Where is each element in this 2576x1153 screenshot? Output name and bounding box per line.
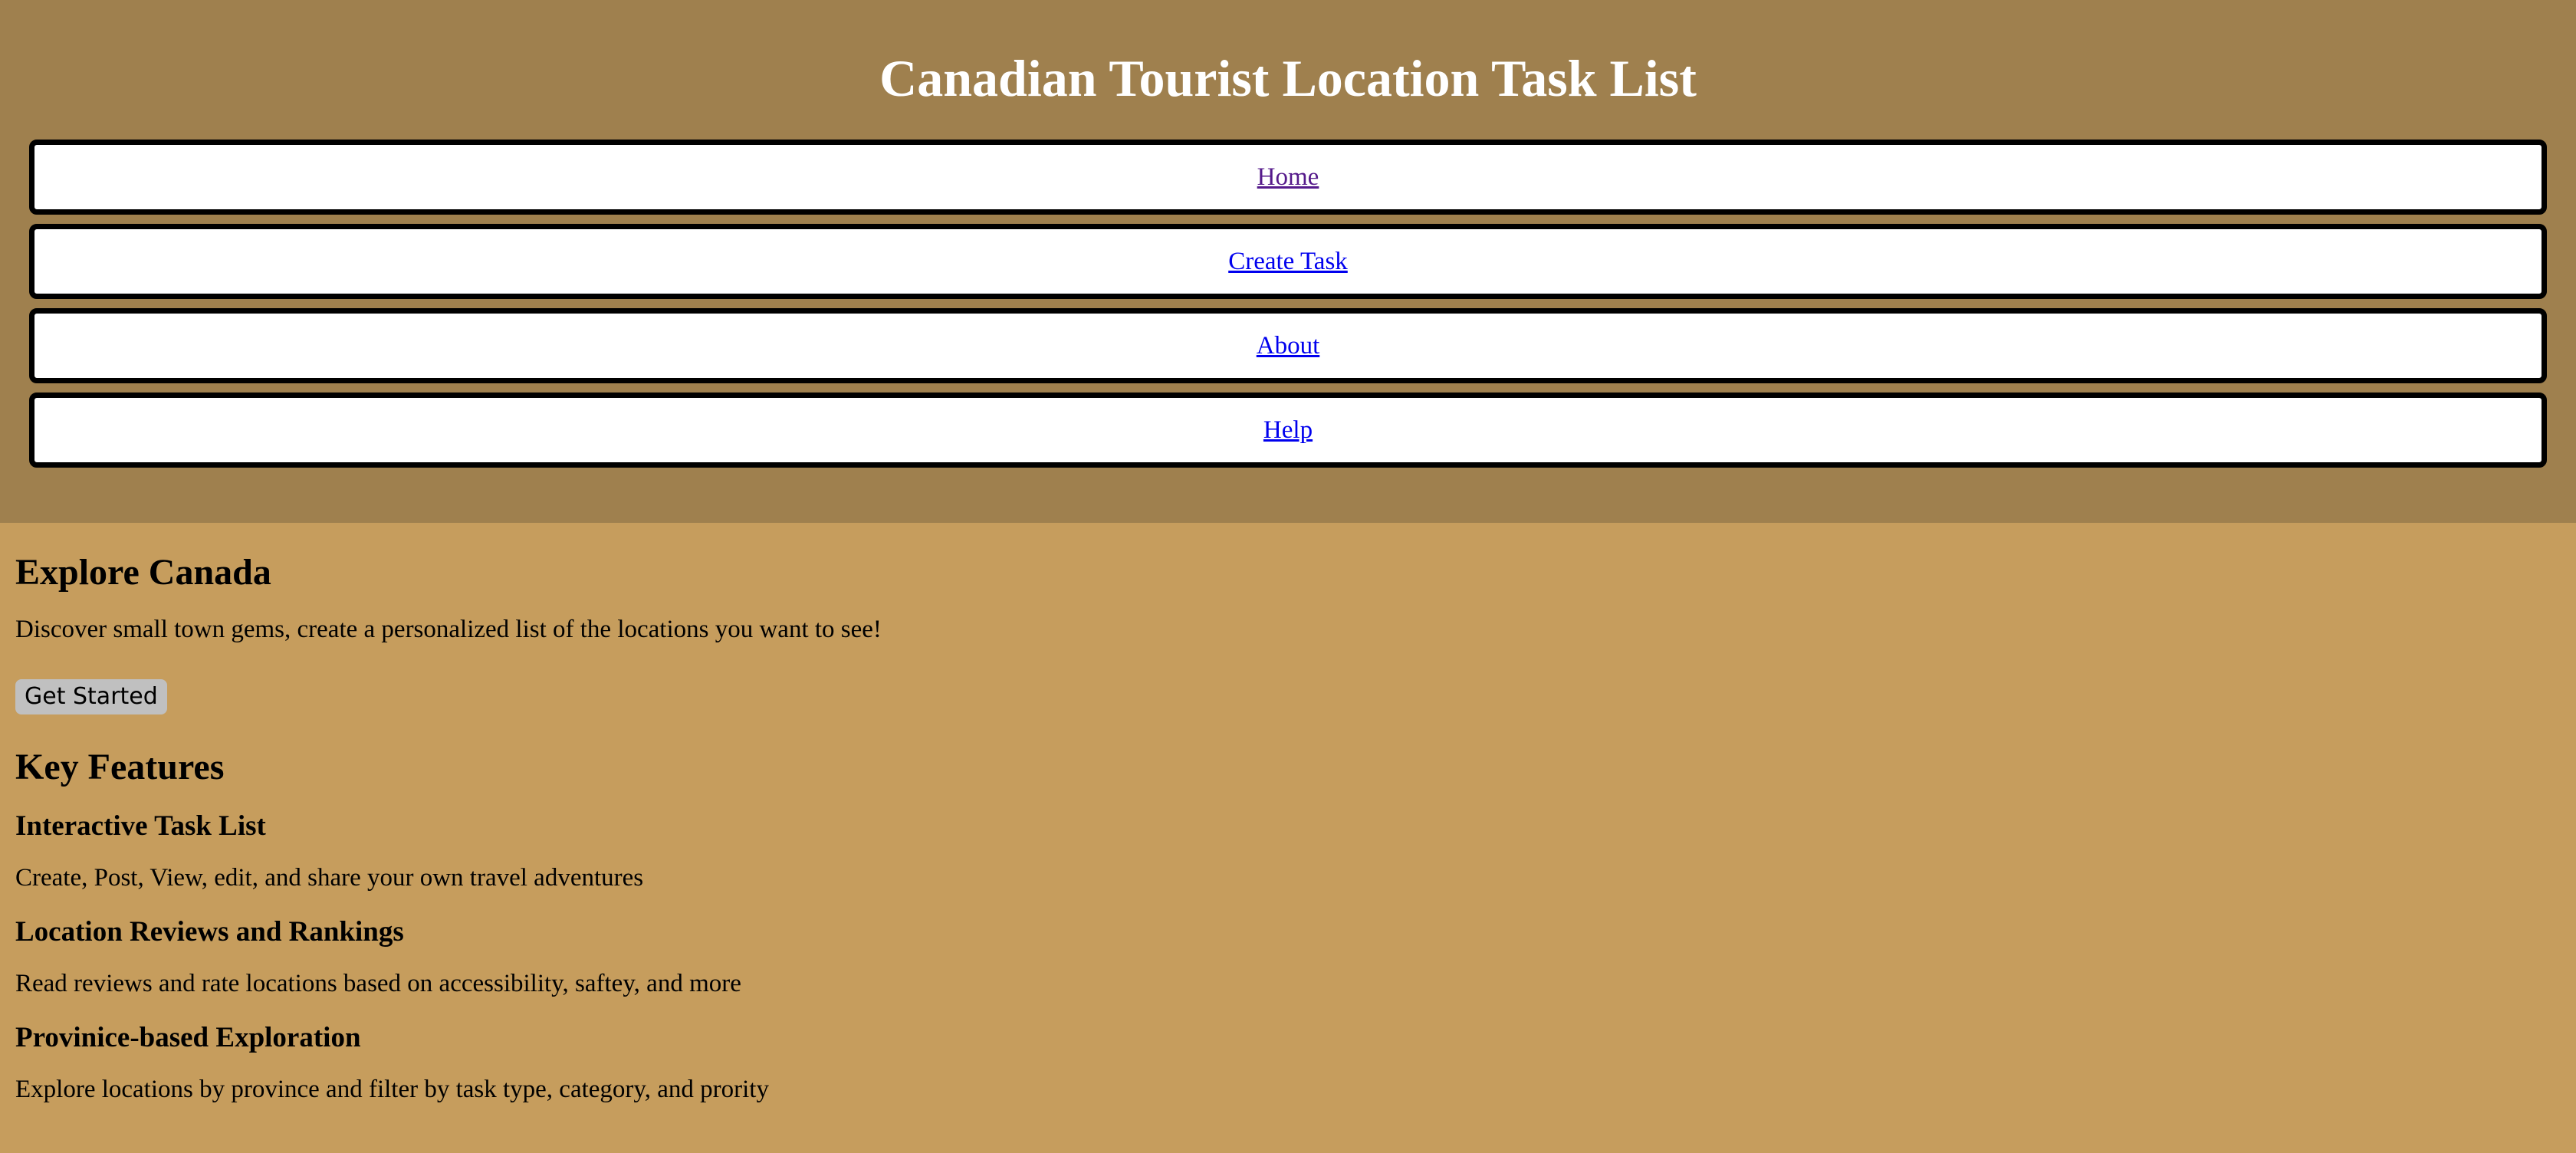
feature-item: Interactive Task List Create, Post, View…: [15, 805, 2576, 903]
nav-list: Home Create Task About Help: [0, 140, 2576, 468]
features-title: Key Features: [15, 747, 225, 787]
site-header: Canadian Tourist Location Task List Home…: [0, 0, 2576, 523]
feature-item: Provinice-based Exploration Explore loca…: [15, 1017, 2576, 1115]
feature-title: Provinice-based Exploration: [15, 1022, 361, 1053]
hero-section: Explore Canada Discover small town gems,…: [15, 523, 2576, 714]
nav-item-home[interactable]: Home: [29, 140, 2547, 215]
nav-item-create-task[interactable]: Create Task: [29, 224, 2547, 299]
main-nav: Home Create Task About Help: [0, 140, 2576, 468]
feature-title: Interactive Task List: [15, 810, 266, 842]
hero-title: Explore Canada: [15, 552, 271, 593]
site-title: Canadian Tourist Location Task List: [879, 49, 1697, 107]
nav-link-home[interactable]: Home: [1257, 163, 1319, 192]
main-content: Explore Canada Discover small town gems,…: [0, 523, 2576, 1115]
feature-item: Location Reviews and Rankings Read revie…: [15, 911, 2576, 1009]
features-section: Key Features Interactive Task List Creat…: [15, 737, 2576, 1115]
feature-title: Location Reviews and Rankings: [15, 916, 404, 948]
nav-item-about[interactable]: About: [29, 308, 2547, 383]
nav-item-help[interactable]: Help: [29, 393, 2547, 468]
nav-link-about[interactable]: About: [1257, 332, 1320, 360]
get-started-button[interactable]: Get Started: [15, 679, 167, 714]
feature-description: Explore locations by province and filter…: [15, 1076, 769, 1103]
feature-description: Create, Post, View, edit, and share your…: [15, 864, 644, 892]
nav-link-create-task[interactable]: Create Task: [1228, 248, 1348, 276]
hero-text: Discover small town gems, create a perso…: [15, 616, 882, 643]
nav-link-help[interactable]: Help: [1263, 416, 1313, 445]
feature-description: Read reviews and rate locations based on…: [15, 970, 741, 997]
